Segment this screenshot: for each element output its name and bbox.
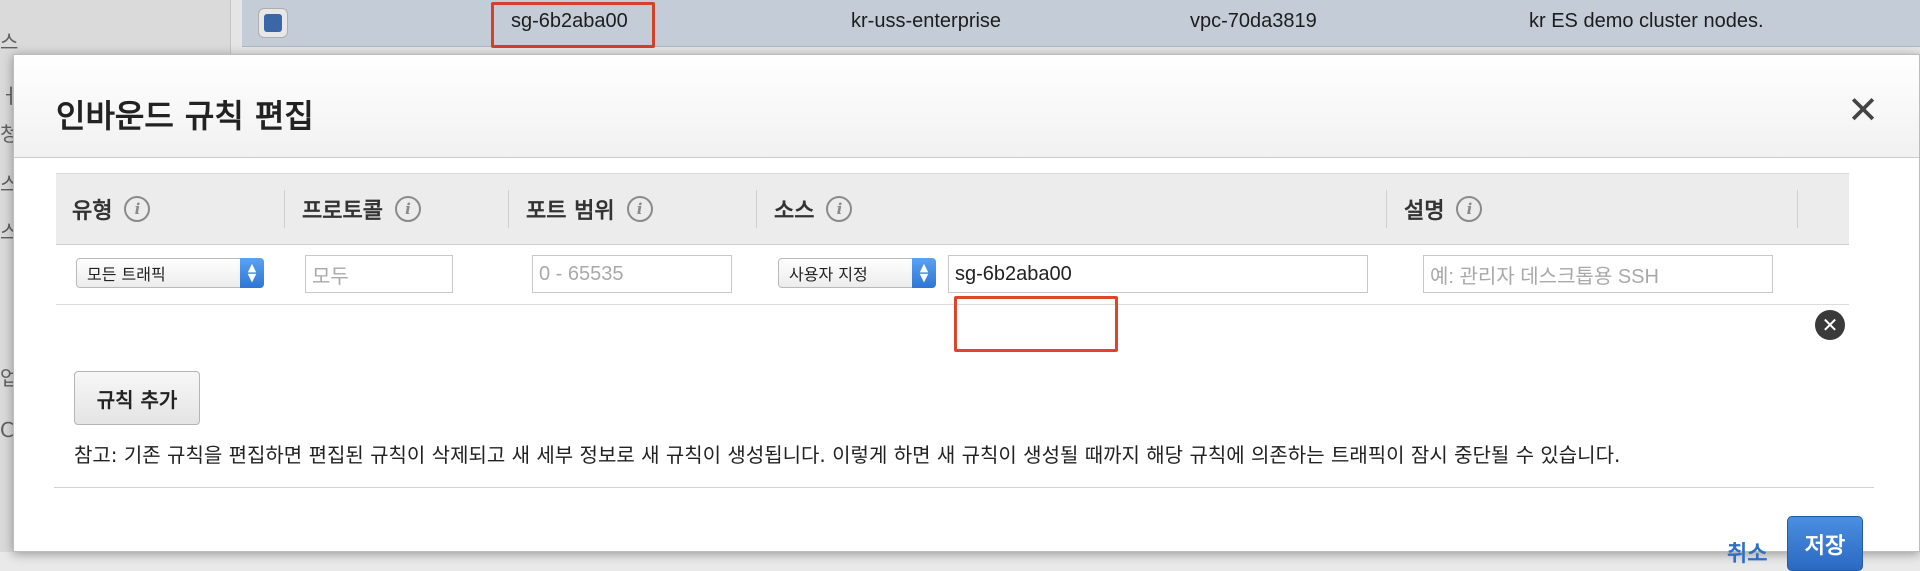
column-label: 포트 범위 [526,199,615,224]
info-icon[interactable]: i [1456,196,1483,222]
footer-divider [54,487,1874,488]
cancel-button[interactable]: 취소 [1727,536,1767,568]
remove-rule-icon[interactable]: ✕ [1815,310,1845,340]
column-description: 설명 i [1404,174,1483,244]
edit-warning-note: 참고: 기존 규칙을 편집하면 편집된 규칙이 삭제되고 새 세부 정보로 새 … [74,443,1621,467]
column-divider [284,190,285,228]
column-type: 유형 i [72,174,151,244]
column-divider [1797,190,1798,228]
info-icon[interactable]: i [626,196,653,222]
chevron-updown-icon: ▲ ▼ [240,258,264,288]
column-divider [756,190,757,228]
protocol-field[interactable]: 모두 [305,255,453,293]
source-type-select[interactable]: 사용자 지정 ▲ ▼ [778,258,936,288]
highlight-annotation [954,296,1118,352]
dialog-title: 인바운드 규칙 편집 [56,97,314,135]
edit-inbound-rules-dialog: 인바운드 규칙 편집 ✕ 유형 i 프로토콜 i 포트 범위 i 소스 i 설명… [13,54,1920,571]
info-icon[interactable]: i [394,196,421,222]
column-label: 설명 [1404,199,1445,224]
column-label: 프로토콜 [302,199,383,224]
column-label: 소스 [774,199,815,224]
column-protocol: 프로토콜 i [302,174,421,244]
chevron-updown-icon: ▲ ▼ [912,258,936,288]
column-source: 소스 i [774,174,853,244]
column-port-range: 포트 범위 i [526,174,653,244]
info-icon[interactable]: i [124,196,151,222]
port-range-field[interactable]: 0 - 65535 [532,255,732,293]
source-type-value: 사용자 지정 [789,265,868,284]
type-select-value: 모든 트래픽 [87,265,166,284]
type-select[interactable]: 모든 트래픽 ▲ ▼ [76,258,264,288]
dialog-header: 인바운드 규칙 편집 ✕ [14,55,1919,158]
save-button[interactable]: 저장 [1787,516,1863,571]
column-divider [1386,190,1387,228]
close-icon[interactable]: ✕ [1843,91,1883,131]
rules-table-header: 유형 i 프로토콜 i 포트 범위 i 소스 i 설명 i [56,173,1849,245]
source-input[interactable]: sg-6b2aba00 [948,255,1368,293]
column-label: 유형 [72,199,113,224]
info-icon[interactable]: i [826,196,853,222]
rule-row: 모든 트래픽 ▲ ▼ 모두 0 - 65535 사용자 지정 ▲ ▼ sg-6b2a… [56,244,1849,305]
column-divider [508,190,509,228]
add-rule-button[interactable]: 규칙 추가 [74,371,200,425]
description-field[interactable]: 예: 관리자 데스크톱용 SSH [1423,255,1773,293]
